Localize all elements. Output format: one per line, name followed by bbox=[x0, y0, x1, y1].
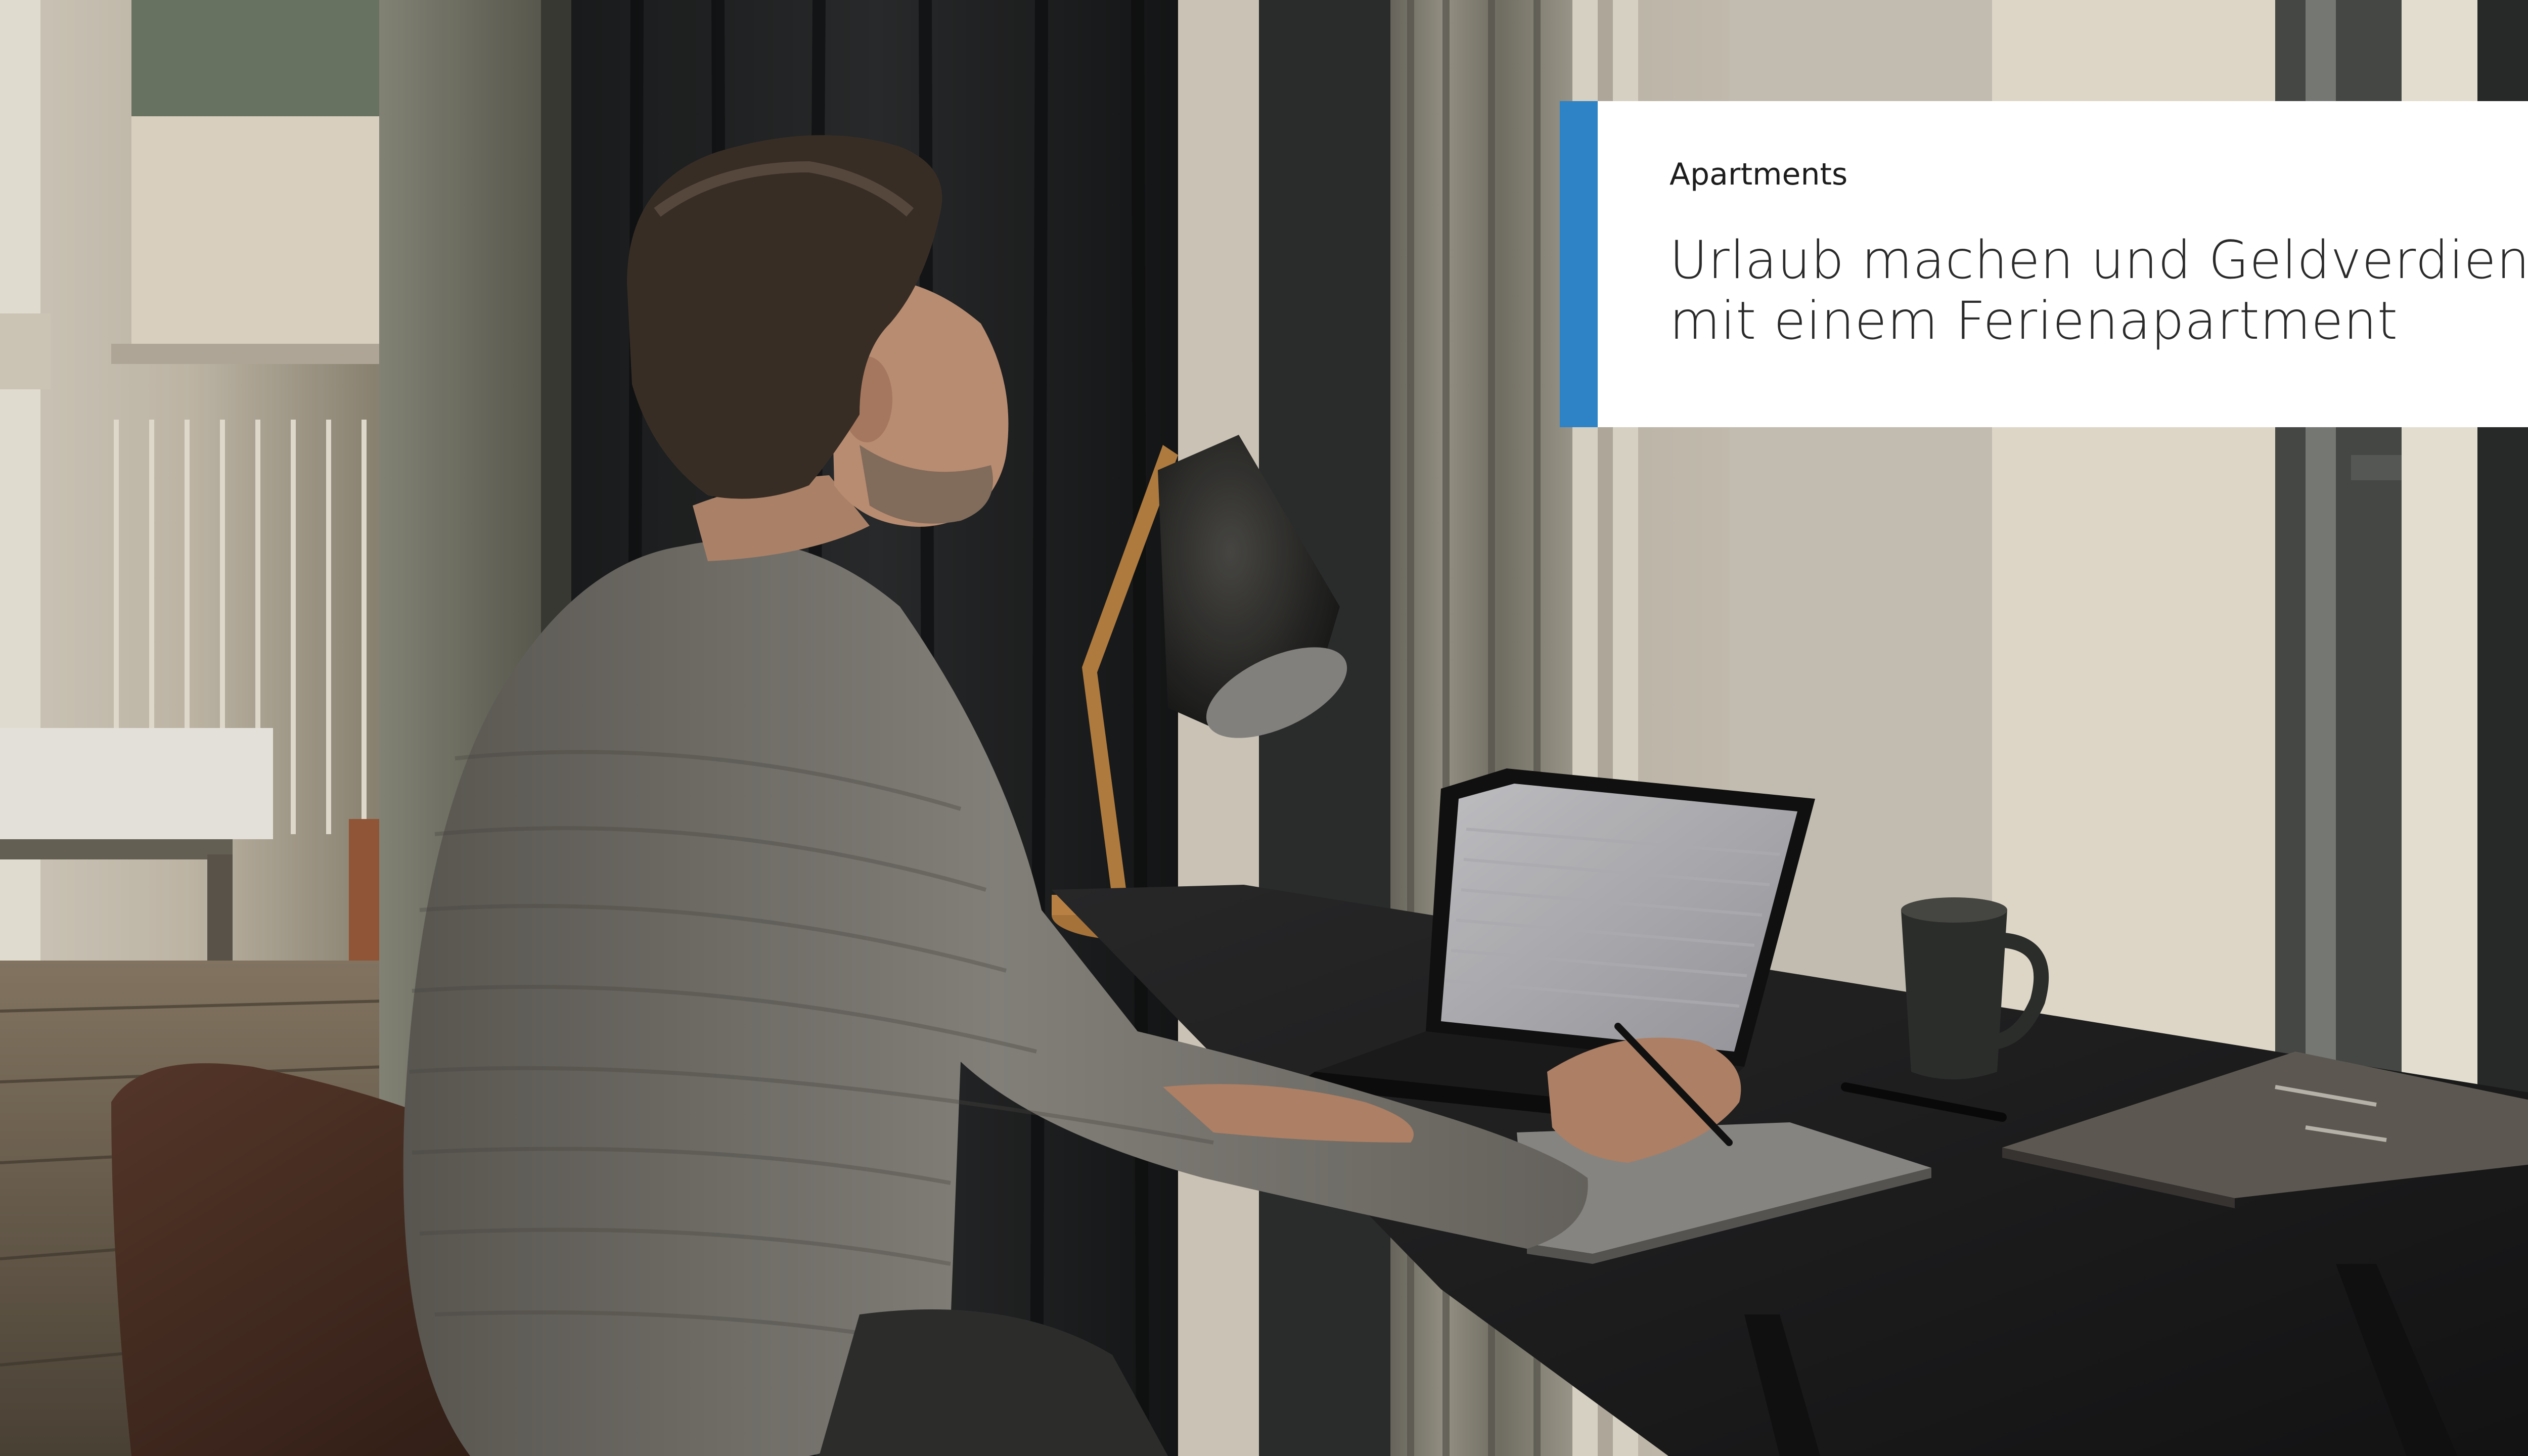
page-title-line-1: Urlaub machen und Geldverdienen bbox=[1669, 230, 2528, 291]
page-title-line-2: mit einem Ferienapartment bbox=[1669, 291, 2399, 351]
hero-banner: Apartments Urlaub machen und Geldverdien… bbox=[0, 0, 2528, 1456]
card-accent-bar bbox=[1560, 101, 1598, 427]
page-title: Urlaub machen und Geldverdienen mit eine… bbox=[1669, 230, 2528, 351]
category-label: Apartments bbox=[1669, 157, 1848, 192]
headline-card: Apartments Urlaub machen und Geldverdien… bbox=[1560, 101, 2528, 427]
